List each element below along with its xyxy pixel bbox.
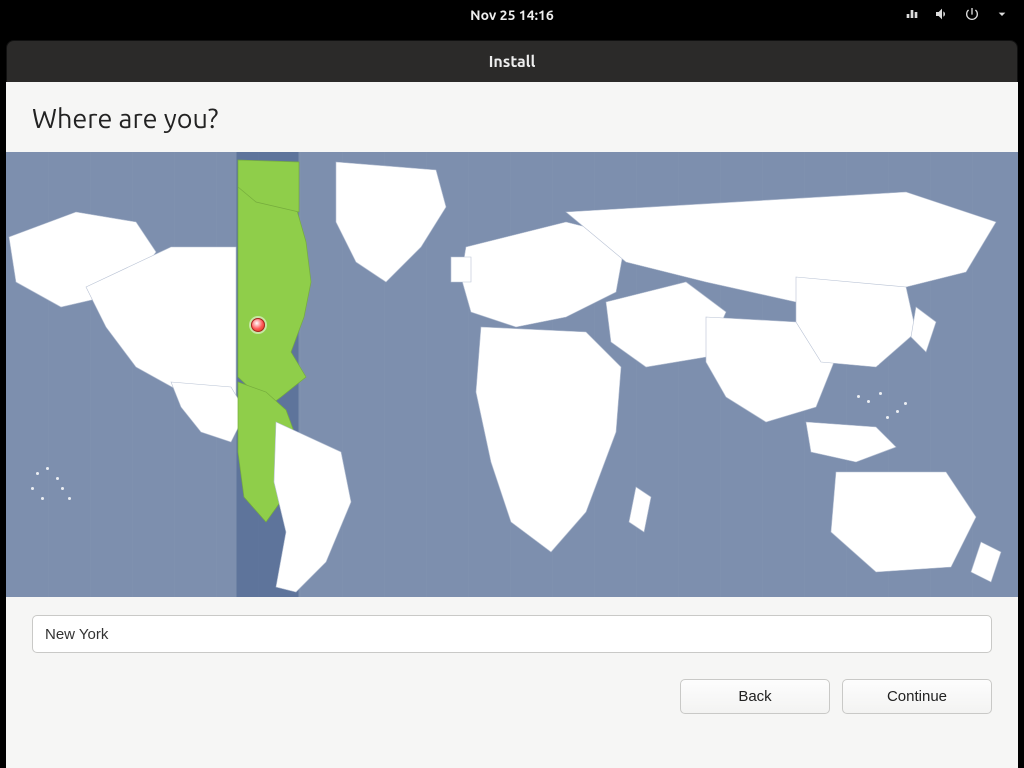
continue-button[interactable]: Continue (842, 679, 992, 714)
timezone-map[interactable] (6, 152, 1018, 597)
window-titlebar: Install (6, 40, 1018, 82)
location-pin (251, 318, 265, 332)
power-icon[interactable] (964, 6, 980, 25)
volume-icon[interactable] (934, 6, 950, 25)
clock[interactable]: Nov 25 14:16 (470, 7, 554, 23)
system-tray (904, 6, 1010, 25)
window-title: Install (489, 53, 536, 71)
timezone-input[interactable] (32, 615, 992, 653)
wizard-buttons: Back Continue (6, 667, 1018, 714)
world-map-svg (6, 152, 1018, 597)
back-button[interactable]: Back (680, 679, 830, 714)
network-icon[interactable] (904, 6, 920, 25)
timezone-field-row (6, 597, 1018, 667)
page-heading: Where are you? (6, 82, 1018, 152)
installer-content: Where are you? (6, 82, 1018, 768)
system-topbar: Nov 25 14:16 (0, 0, 1024, 30)
chevron-down-icon[interactable] (994, 6, 1010, 25)
